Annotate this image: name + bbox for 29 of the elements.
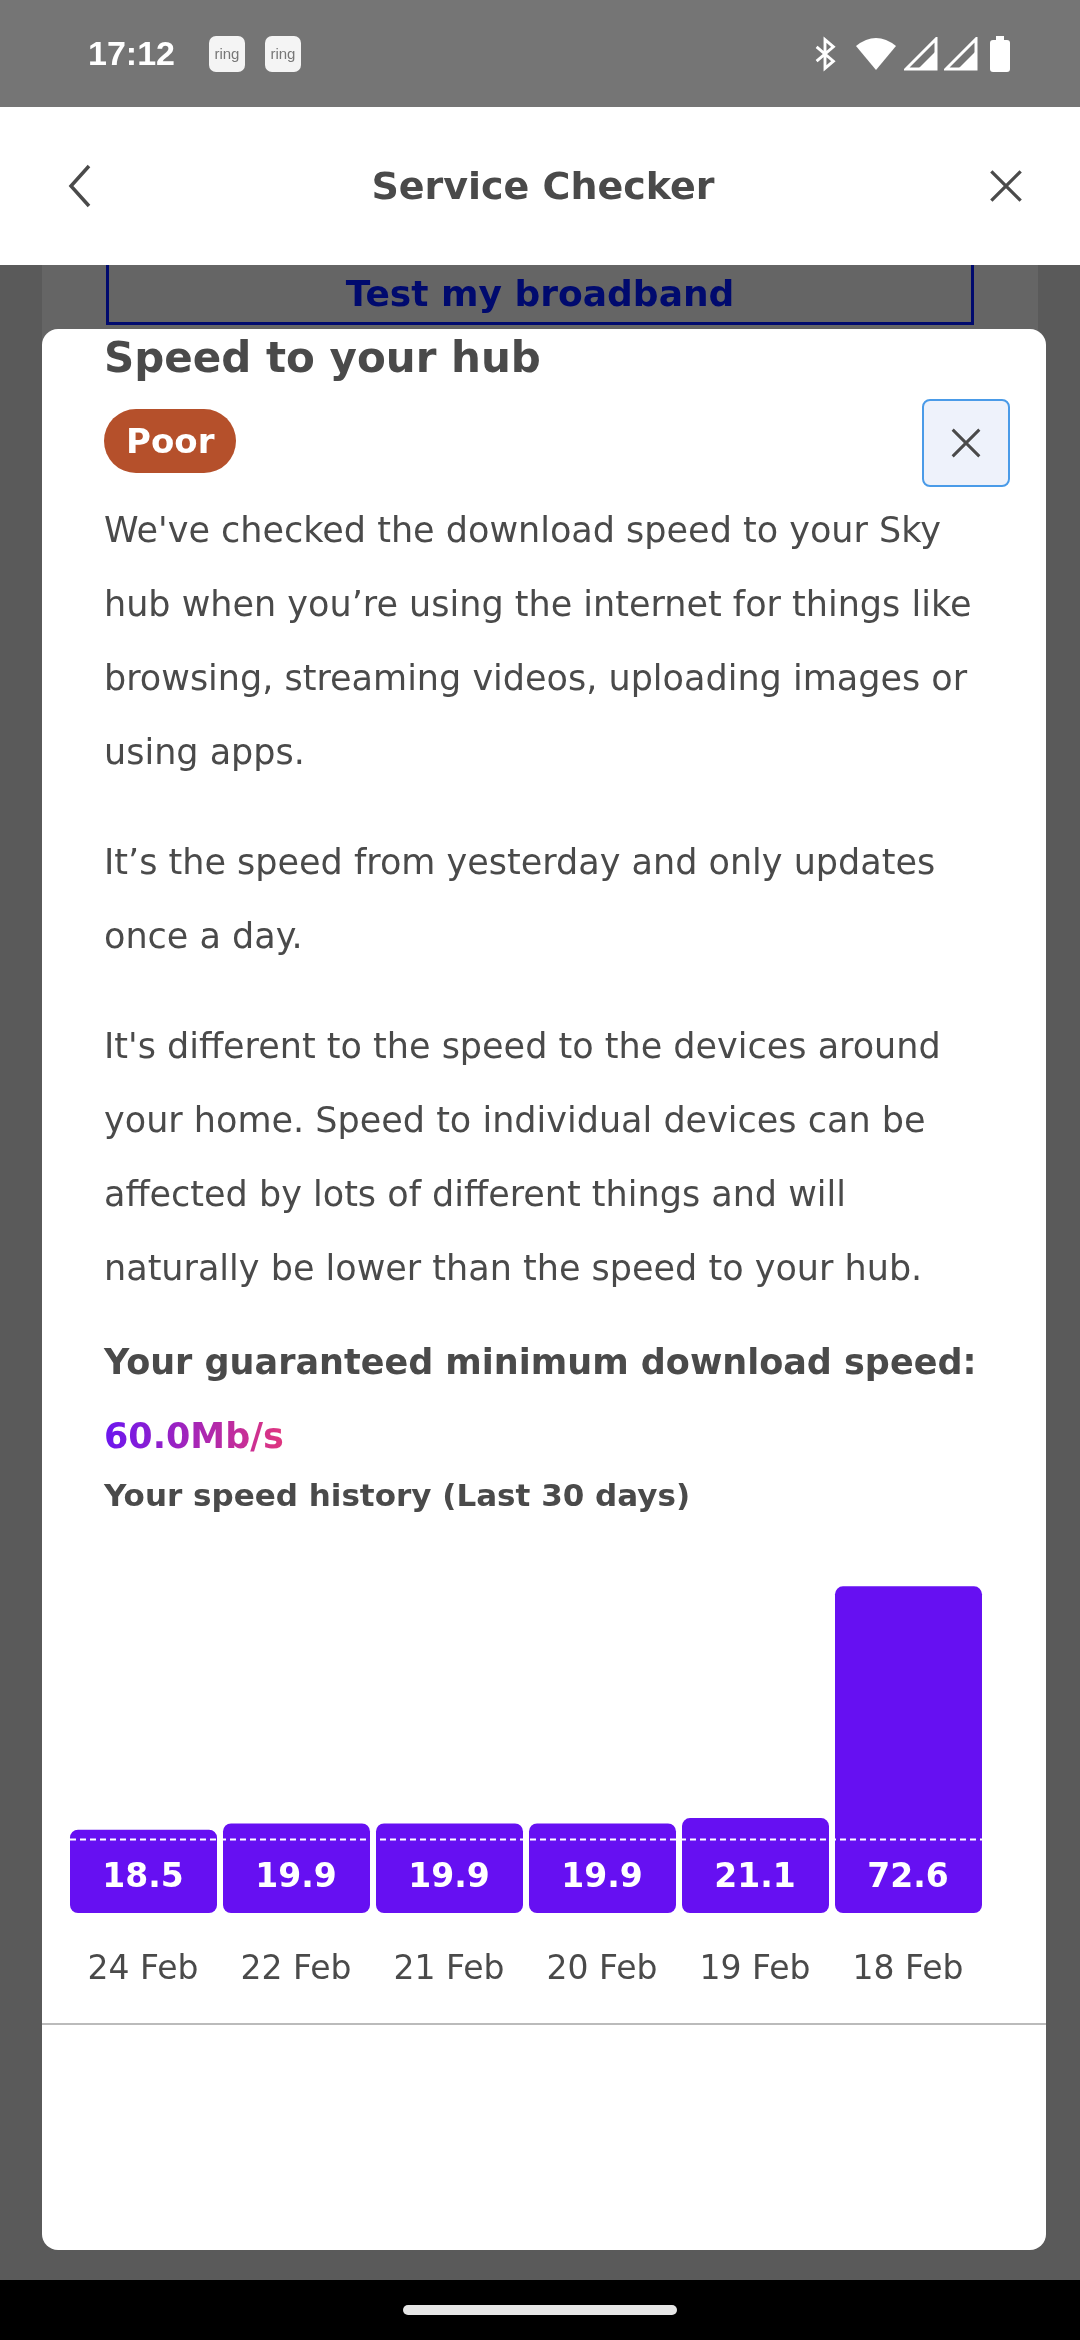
screen-title: Service Checker — [371, 164, 715, 208]
date-label: 21 Feb — [393, 1948, 505, 1987]
modal-title: Speed to your hub — [104, 333, 542, 383]
battery-icon — [990, 35, 1010, 72]
bar-value: 72.6 — [867, 1856, 949, 1895]
bar-value: 19.9 — [255, 1856, 337, 1895]
close-button[interactable] — [922, 399, 1010, 487]
date-label: 18 Feb — [852, 1948, 964, 1987]
bar-value: 21.1 — [714, 1856, 796, 1895]
signal-icon — [944, 36, 978, 71]
signal-icon — [904, 36, 938, 71]
date-label: 22 Feb — [240, 1948, 352, 1987]
info-paragraph: It's different to the speed to the devices around your home. Speed to individual devices can be affected by lots of different things and will naturally be lower than the speed to your hub. — [104, 1025, 942, 1290]
date-label: 24 Feb — [87, 1948, 199, 1987]
date-label: 19 Feb — [699, 1948, 811, 1987]
guaranteed-speed-text: Your guaranteed minimum download speed: 60.0Mb/s — [104, 1341, 978, 1458]
bar-value: 19.9 — [561, 1856, 643, 1895]
app-notification-icon: ring — [264, 35, 301, 72]
speed-history-title: Your speed history (Last 30 days) — [104, 1477, 692, 1513]
info-paragraph: It’s the speed from yesterday and only updates once a day. — [104, 841, 937, 958]
info-paragraph: We've checked the download speed to your Sky hub when you’re using the internet for things like browsing, streaming videos, uploading images or using apps. — [104, 509, 973, 774]
app-notification-icon: ring — [208, 35, 245, 72]
bar-value: 18.5 — [102, 1856, 184, 1895]
status-badge: Poor — [104, 409, 237, 473]
status-time: 17:12 — [88, 34, 175, 73]
date-label: 20 Feb — [546, 1948, 658, 1987]
test-broadband-button[interactable]: Test my broadband — [106, 265, 974, 325]
bar-value: 19.9 — [408, 1856, 490, 1895]
wifi-icon — [854, 35, 898, 72]
